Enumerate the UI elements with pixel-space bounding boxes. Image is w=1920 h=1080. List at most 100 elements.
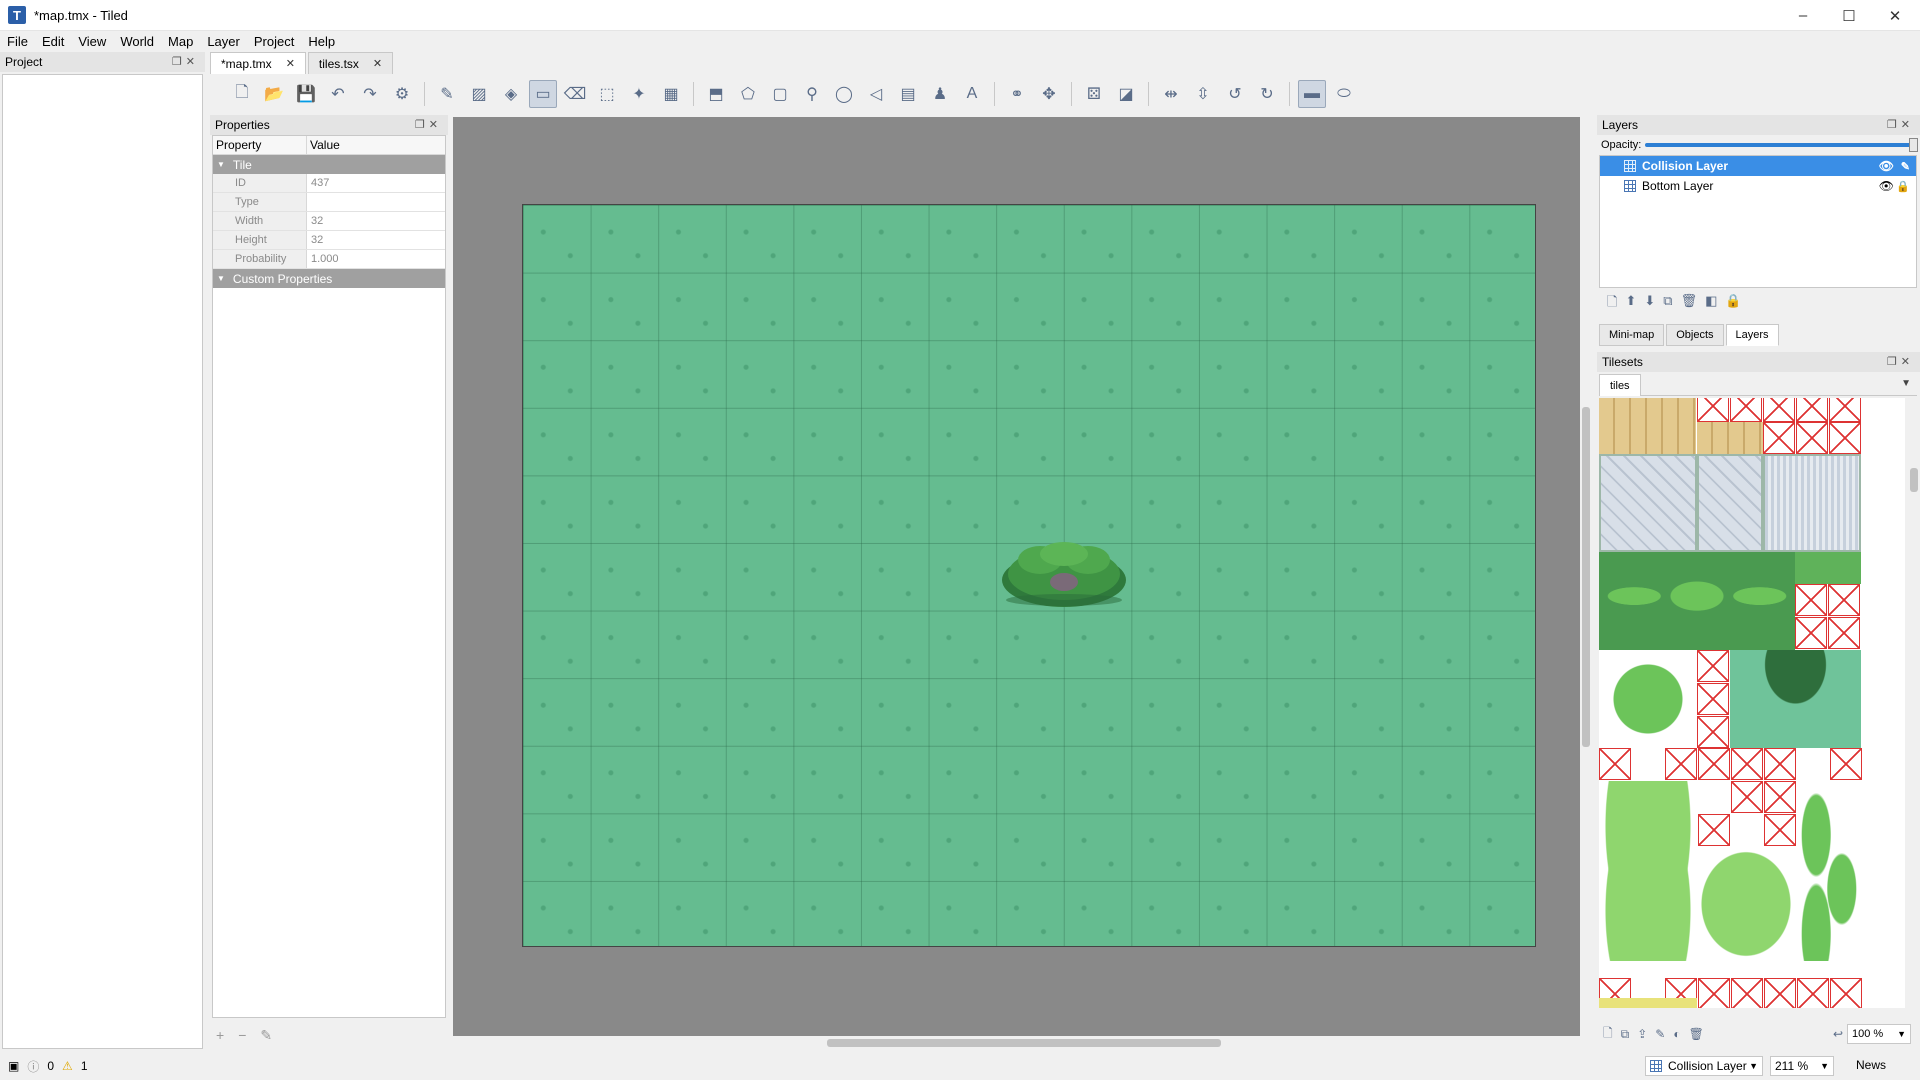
flower-tiles[interactable] xyxy=(1599,998,1697,1008)
embed-tileset-icon[interactable]: ⧉ xyxy=(1621,1027,1630,1042)
flip-horizontal-icon[interactable]: ⇹ xyxy=(1157,80,1185,108)
select-same-tile-icon[interactable]: ▦ xyxy=(657,80,685,108)
close-icon[interactable]: ✕ xyxy=(286,57,295,70)
raise-layer-icon[interactable]: ⬆ xyxy=(1625,293,1636,315)
insert-tile-icon[interactable]: ▤ xyxy=(894,80,922,108)
new-tileset-icon[interactable]: 🗋 xyxy=(1603,1024,1613,1045)
empty-tile[interactable] xyxy=(1763,422,1795,454)
map-vertical-scrollbar[interactable] xyxy=(1580,117,1592,1037)
terrain-brush-icon[interactable]: ▨ xyxy=(465,80,493,108)
big-tree-tiles[interactable] xyxy=(1697,847,1795,961)
move-icon[interactable]: ✥ xyxy=(1035,80,1063,108)
tileset-scrollbar[interactable] xyxy=(1908,398,1920,1008)
tab-tiles-tsx[interactable]: tiles.tsx ✕ xyxy=(307,52,394,74)
empty-tile[interactable] xyxy=(1829,422,1861,454)
empty-tile[interactable] xyxy=(1731,748,1763,780)
empty-tile[interactable] xyxy=(1797,978,1829,1008)
bucket-fill-icon[interactable]: ◈ xyxy=(497,80,525,108)
brick-tiles[interactable] xyxy=(1599,398,1696,454)
menu-map[interactable]: Map xyxy=(161,34,200,49)
news-button[interactable]: News xyxy=(1856,1058,1886,1072)
empty-tile[interactable] xyxy=(1830,978,1862,1008)
empty-tile[interactable] xyxy=(1697,683,1729,715)
console-icon[interactable]: ▣ xyxy=(8,1059,19,1073)
menu-view[interactable]: View xyxy=(71,34,113,49)
menu-file[interactable]: File xyxy=(0,34,35,49)
tab-minimap[interactable]: Mini-map xyxy=(1599,324,1665,346)
wang-fill-icon[interactable]: ◪ xyxy=(1112,80,1140,108)
empty-tile[interactable] xyxy=(1697,716,1729,748)
tile-map[interactable] xyxy=(522,204,1536,947)
commands-icon[interactable]: ⚙ xyxy=(388,80,416,108)
tab-layers[interactable]: Layers xyxy=(1725,324,1779,346)
warning-icon[interactable]: ⚠ xyxy=(62,1059,73,1073)
insert-rectangle-icon[interactable]: ▢ xyxy=(766,80,794,108)
tab-tiles[interactable]: tiles xyxy=(1599,374,1641,396)
insert-point-icon[interactable]: ⚲ xyxy=(798,80,826,108)
duplicate-layer-icon[interactable]: ⧉ xyxy=(1663,293,1672,315)
rectangle-shape-icon[interactable]: ▬ xyxy=(1298,80,1326,108)
dock-float-close-icon[interactable]: ❐✕ xyxy=(172,55,199,68)
brick-tiles[interactable] xyxy=(1697,422,1763,454)
delete-layer-icon[interactable]: 🗑 xyxy=(1681,293,1698,315)
empty-tile[interactable] xyxy=(1795,584,1827,616)
tileset-dropdown-icon[interactable]: ▼ xyxy=(1901,378,1911,389)
empty-tile[interactable] xyxy=(1830,748,1862,780)
collapse-arrow-icon[interactable]: ▼ xyxy=(217,160,225,169)
redo-icon[interactable]: ↷ xyxy=(356,80,384,108)
menu-help[interactable]: Help xyxy=(301,34,342,49)
scroll-thumb[interactable] xyxy=(1910,468,1918,492)
visibility-eye-icon[interactable]: 👁 xyxy=(1879,159,1894,173)
property-row-id[interactable]: ID 437 xyxy=(213,174,445,193)
property-row-type[interactable]: Type xyxy=(213,193,445,212)
edit-polygons-icon[interactable]: ⬠ xyxy=(734,80,762,108)
menu-world[interactable]: World xyxy=(113,34,161,49)
tab-map-tmx[interactable]: *map.tmx ✕ xyxy=(210,52,306,74)
edit-tileset-icon[interactable]: ✎ xyxy=(1655,1027,1665,1041)
tree-tiles[interactable] xyxy=(1599,552,1795,650)
empty-tile[interactable] xyxy=(1764,814,1796,846)
lower-layer-icon[interactable]: ⬇ xyxy=(1644,293,1655,315)
map-zoom-select[interactable]: 211 % ▼ xyxy=(1770,1056,1834,1076)
custom-properties-group[interactable]: ▼ Custom Properties xyxy=(213,269,445,288)
tree-tiles[interactable] xyxy=(1795,552,1861,584)
small-tree-tiles[interactable] xyxy=(1797,781,1861,961)
insert-ellipse-icon[interactable]: ◯ xyxy=(830,80,858,108)
stone-tiles[interactable] xyxy=(1599,454,1697,552)
maximize-button[interactable]: ☐ xyxy=(1826,0,1872,31)
project-tree[interactable] xyxy=(2,74,203,1049)
empty-tile[interactable] xyxy=(1698,748,1730,780)
empty-tile[interactable] xyxy=(1697,398,1729,422)
visibility-eye-icon[interactable]: 👁 xyxy=(1879,179,1894,193)
close-icon[interactable]: ✕ xyxy=(373,57,382,70)
empty-tile[interactable] xyxy=(1665,748,1697,780)
menu-edit[interactable]: Edit xyxy=(35,34,71,49)
empty-tile[interactable] xyxy=(1599,748,1631,780)
rotate-right-icon[interactable]: ↻ xyxy=(1253,80,1281,108)
tile-group[interactable]: ▼ Tile xyxy=(213,155,445,174)
insert-text-icon[interactable]: A xyxy=(958,80,986,108)
insert-template-icon[interactable]: ♟ xyxy=(926,80,954,108)
new-layer-icon[interactable]: 🗋 xyxy=(1607,293,1617,315)
new-file-icon[interactable]: 🗋 xyxy=(228,80,256,108)
property-row-width[interactable]: Width 32 xyxy=(213,212,445,231)
remove-property-icon[interactable]: − xyxy=(238,1027,246,1044)
empty-tile[interactable] xyxy=(1697,650,1729,682)
value-column-header[interactable]: Value xyxy=(307,136,340,154)
minimize-button[interactable]: – xyxy=(1780,0,1826,31)
eraser-icon[interactable]: ⌫ xyxy=(561,80,589,108)
close-button[interactable]: ✕ xyxy=(1872,0,1918,31)
tree-tiles[interactable] xyxy=(1599,650,1697,748)
menu-layer[interactable]: Layer xyxy=(200,34,247,49)
remove-tileset-icon[interactable]: 🗑 xyxy=(1689,1027,1704,1041)
empty-tile[interactable] xyxy=(1698,814,1730,846)
lock-icon[interactable]: ✎ xyxy=(1901,160,1910,173)
property-row-probability[interactable]: Probability 1.000 xyxy=(213,250,445,269)
grate-tiles[interactable] xyxy=(1763,454,1861,552)
empty-tile[interactable] xyxy=(1828,584,1860,616)
bush-tiles[interactable] xyxy=(1730,650,1861,748)
empty-tile[interactable] xyxy=(1763,398,1795,422)
empty-tile[interactable] xyxy=(1829,398,1861,422)
empty-tile[interactable] xyxy=(1764,748,1796,780)
undo-icon[interactable]: ↶ xyxy=(324,80,352,108)
